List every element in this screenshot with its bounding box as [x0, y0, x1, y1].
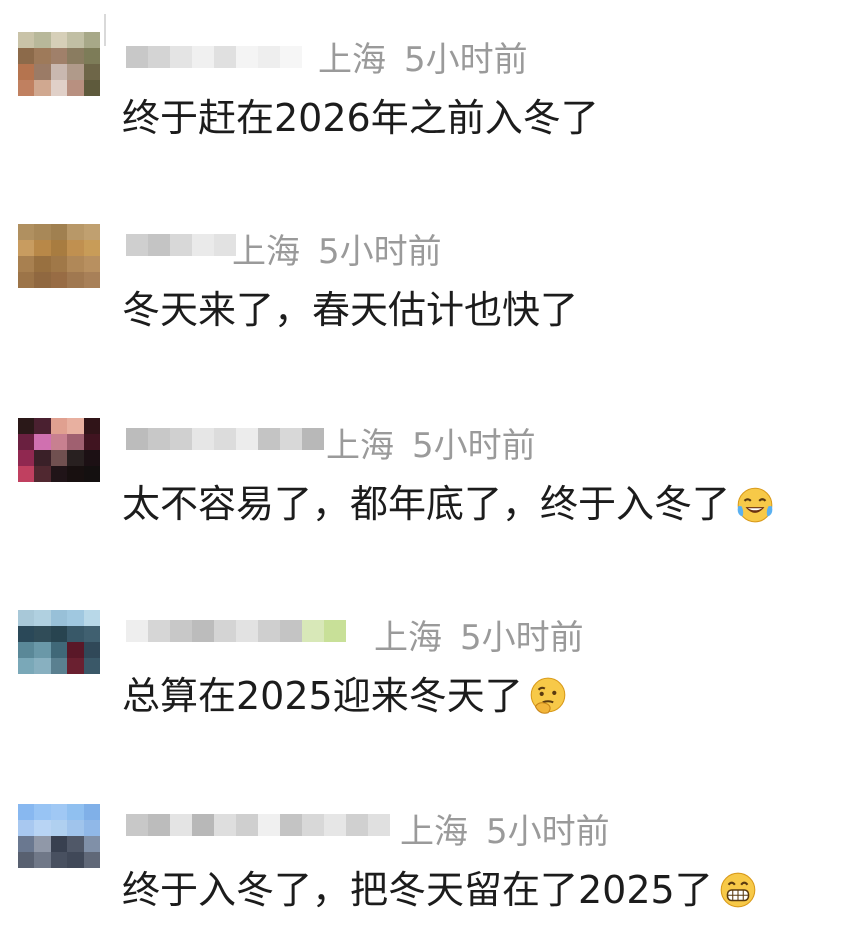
location-label: 上海: [374, 618, 442, 658]
comment-text: 冬天来了，春天估计也快了: [122, 286, 578, 334]
timestamp: 5小时前: [318, 232, 442, 272]
comment-text: 终于入冬了，把冬天留在了2025了: [122, 866, 759, 914]
comment-meta: 上海 5小时前: [318, 40, 528, 80]
comment-text: 终于赶在2026年之前入冬了: [122, 94, 599, 142]
comment-item: 上海 5小时前 太不容易了，都年底了，终于入冬了: [0, 386, 841, 536]
username-blurred[interactable]: [126, 32, 302, 82]
comment-body: 终于入冬了，把冬天留在了2025了: [122, 868, 713, 912]
thinking-emoji: [530, 677, 566, 714]
comment-meta: 上海 5小时前: [374, 618, 584, 658]
comment-meta: 上海 5小时前: [232, 232, 442, 272]
comment-text: 总算在2025迎来冬天了: [122, 672, 569, 720]
location-label: 上海: [318, 40, 386, 80]
location-label: 上海: [326, 426, 394, 466]
timestamp: 5小时前: [486, 812, 610, 852]
comment-body: 太不容易了，都年底了，终于入冬了: [122, 482, 731, 526]
avatar[interactable]: [18, 418, 100, 498]
comment-body: 总算在2025迎来冬天了: [122, 674, 523, 718]
divider: [104, 14, 106, 46]
comment-item: 上海 5小时前 冬天来了，春天估计也快了: [0, 192, 841, 342]
username-blurred[interactable]: [126, 220, 236, 270]
crying-laughing-emoji: [737, 487, 773, 523]
timestamp: 5小时前: [412, 426, 536, 466]
comment-text: 太不容易了，都年底了，终于入冬了: [122, 480, 776, 528]
timestamp: 5小时前: [404, 40, 528, 80]
timestamp: 5小时前: [460, 618, 584, 658]
location-label: 上海: [400, 812, 468, 852]
grinning-emoji: [720, 872, 756, 908]
comment-item: 上海 5小时前 终于赶在2026年之前入冬了: [0, 0, 841, 150]
comment-body: 终于赶在2026年之前入冬了: [122, 96, 599, 140]
avatar[interactable]: [18, 610, 100, 690]
avatar[interactable]: [18, 32, 100, 112]
avatar[interactable]: [18, 224, 100, 304]
comment-meta: 上海 5小时前: [400, 812, 610, 852]
comment-item: 上海 5小时前 总算在2025迎来冬天了: [0, 578, 841, 728]
username-blurred[interactable]: [126, 800, 390, 850]
comment-item: 上海 5小时前 终于入冬了，把冬天留在了2025了: [0, 772, 841, 922]
comment-meta: 上海 5小时前: [326, 426, 536, 466]
avatar[interactable]: [18, 804, 100, 884]
username-blurred[interactable]: [126, 414, 324, 464]
comment-body: 冬天来了，春天估计也快了: [122, 288, 579, 332]
location-label: 上海: [232, 232, 300, 272]
username-blurred[interactable]: [126, 606, 346, 656]
